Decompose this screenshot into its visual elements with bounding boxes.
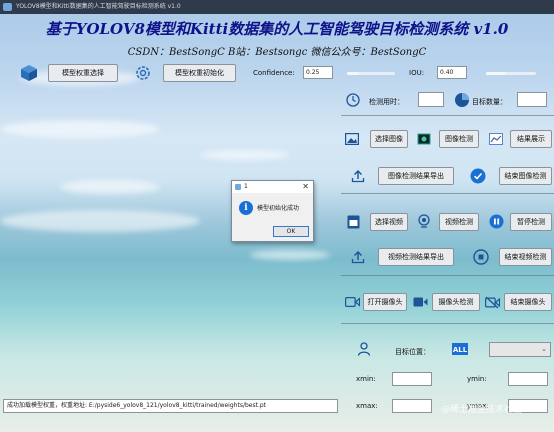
xmin-field bbox=[392, 372, 432, 386]
image-detect-button[interactable]: 图像检测 bbox=[439, 130, 479, 148]
gear-icon bbox=[133, 63, 153, 83]
upload-icon bbox=[350, 249, 366, 265]
select-image-button[interactable]: 选择图像 bbox=[370, 130, 408, 148]
info-icon: i bbox=[239, 201, 253, 215]
background-cloud bbox=[0, 120, 160, 138]
pause-detect-button[interactable]: 暂停检测 bbox=[510, 213, 552, 231]
target-count-label: 目标数量： bbox=[472, 98, 507, 106]
dialog-title: 1 bbox=[232, 181, 313, 193]
confidence-input[interactable]: 0.25 bbox=[303, 66, 333, 79]
target-select[interactable]: ⌄ bbox=[489, 342, 551, 357]
init-model-button[interactable]: 模型权重初始化 bbox=[163, 64, 236, 82]
divider bbox=[341, 115, 554, 116]
iou-slider[interactable] bbox=[486, 72, 536, 75]
upload-icon bbox=[350, 168, 366, 184]
camera-off-icon bbox=[484, 294, 500, 310]
ymin-field bbox=[508, 372, 548, 386]
stop-icon bbox=[472, 248, 490, 266]
background-cloud bbox=[60, 180, 160, 194]
xmax-label: xmax: bbox=[356, 402, 378, 410]
video-file-icon bbox=[345, 214, 361, 230]
close-icon[interactable]: ✕ bbox=[302, 181, 309, 193]
select-video-button[interactable]: 选择视频 bbox=[370, 213, 408, 231]
person-target-icon bbox=[356, 341, 372, 357]
background-cloud bbox=[250, 250, 330, 260]
dialog-message: 模型初始化成功 bbox=[257, 205, 300, 212]
detect-time-field bbox=[418, 92, 444, 107]
watermark: @稀土掘金技术社区 bbox=[441, 405, 523, 415]
iou-label: IOU: bbox=[409, 69, 425, 77]
image-icon bbox=[344, 131, 360, 147]
window-title: YOLOV8模型和Kitti数据集的人工智能驾驶目标检测系统 v1.0 bbox=[16, 3, 181, 10]
app-icon bbox=[3, 3, 12, 11]
result-show-button[interactable]: 结果展示 bbox=[510, 130, 552, 148]
control-panel: 检测用时： 目标数量： 选择图像 图像检测 结果展示 图像检测结果导出 结束图像… bbox=[341, 86, 554, 413]
divider bbox=[341, 275, 554, 276]
svg-text:ALL: ALL bbox=[453, 346, 468, 354]
webcam-icon bbox=[416, 213, 432, 229]
clock-icon bbox=[345, 92, 361, 108]
message-dialog: 1 ✕ i 模型初始化成功 OK bbox=[231, 180, 314, 242]
video-detect-button[interactable]: 视频检测 bbox=[439, 213, 479, 231]
video-camera-icon bbox=[412, 294, 428, 310]
page-subtitle: CSDN：BestSongC B站：Bestsongc 微信公众号：BestSo… bbox=[127, 47, 427, 58]
video-export-button[interactable]: 视频检测结果导出 bbox=[378, 248, 454, 266]
close-camera-button[interactable]: 结束摄像头 bbox=[504, 293, 552, 311]
ymin-label: ymin: bbox=[467, 375, 487, 383]
target-position-label: 目标位置： bbox=[395, 348, 430, 356]
background-cloud bbox=[200, 150, 290, 160]
window-titlebar: YOLOV8模型和Kitti数据集的人工智能驾驶目标检测系统 v1.0 bbox=[0, 0, 554, 14]
end-image-detect-button[interactable]: 结束图像检测 bbox=[499, 167, 552, 185]
iou-input[interactable]: 0.40 bbox=[437, 66, 467, 79]
xmax-field bbox=[392, 399, 432, 413]
dialog-ok-button[interactable]: OK bbox=[273, 226, 309, 237]
select-model-button[interactable]: 模型权重选择 bbox=[48, 64, 118, 82]
end-video-detect-button[interactable]: 结束视频检测 bbox=[499, 248, 552, 266]
video-camera-icon bbox=[344, 294, 360, 310]
pie-chart-icon bbox=[453, 91, 471, 109]
dialog-app-icon bbox=[235, 184, 241, 190]
page-title: 基于YOLOV8模型和Kitti数据集的人工智能驾驶目标检测系统 v1.0 bbox=[45, 20, 509, 38]
confidence-slider[interactable] bbox=[347, 72, 395, 75]
detect-time-label: 检测用时： bbox=[369, 98, 404, 106]
pause-icon bbox=[488, 213, 504, 229]
divider bbox=[341, 323, 554, 324]
open-camera-button[interactable]: 打开摄像头 bbox=[363, 293, 407, 311]
divider bbox=[341, 193, 554, 194]
all-icon: ALL bbox=[451, 342, 469, 356]
cube-icon bbox=[19, 63, 39, 83]
status-bar: 成功加载模型权重，权重地址: E:/pyside6_yolov8_121/yol… bbox=[3, 399, 338, 413]
image-export-button[interactable]: 图像检测结果导出 bbox=[378, 167, 454, 185]
xmin-label: xmin: bbox=[356, 375, 376, 383]
check-circle-icon bbox=[469, 167, 487, 185]
image-detect-icon bbox=[416, 131, 432, 147]
line-chart-icon bbox=[488, 131, 504, 147]
background-cloud bbox=[0, 210, 200, 232]
confidence-label: Confidence: bbox=[253, 69, 295, 77]
camera-detect-button[interactable]: 摄像头检测 bbox=[432, 293, 480, 311]
target-count-field bbox=[517, 92, 547, 107]
chevron-down-icon: ⌄ bbox=[541, 345, 547, 353]
